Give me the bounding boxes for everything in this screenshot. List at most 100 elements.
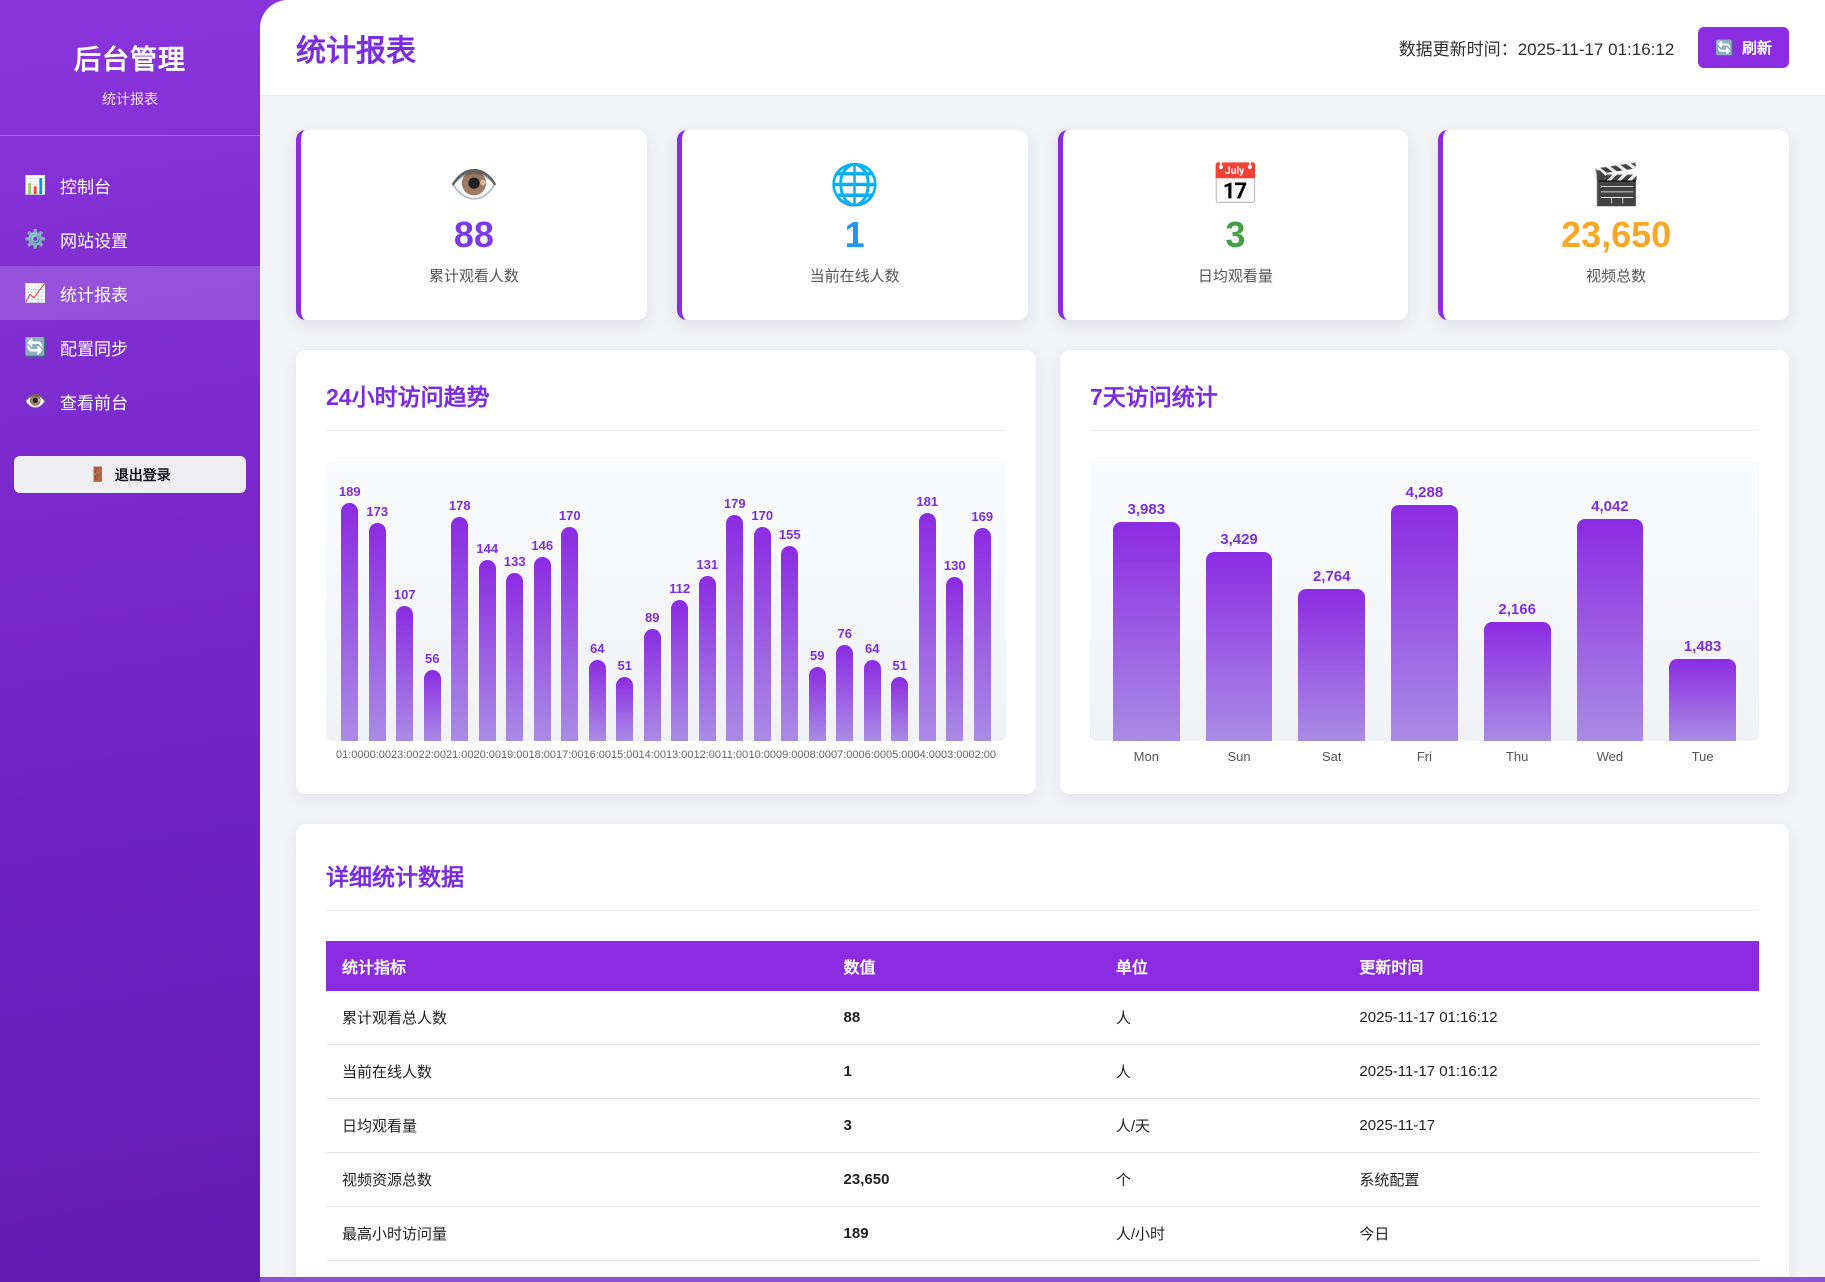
bar-value-label: 173	[366, 504, 388, 519]
x-axis-label-text: 06:00	[858, 749, 886, 761]
bar	[671, 600, 688, 741]
table-row: 视频资源总数23,650个系统配置	[326, 1153, 1759, 1207]
bar-value-label: 189	[339, 484, 361, 499]
x-axis-label-text: 22:00	[418, 749, 446, 761]
table-cell: 日均观看量	[326, 1099, 828, 1153]
table-cell: 88	[828, 991, 1100, 1045]
sidebar-item-view-frontend[interactable]: 👁️查看前台	[0, 374, 260, 428]
bar	[369, 523, 386, 741]
table-header-cell: 数值	[828, 941, 1100, 991]
bar-14:00: 89	[639, 610, 667, 741]
bar	[726, 515, 743, 741]
x-axis-label: 19:00	[501, 749, 529, 761]
bar	[1484, 622, 1551, 741]
stats-table: 统计指标数值单位更新时间 累计观看总人数88人2025-11-17 01:16:…	[326, 941, 1759, 1282]
bar	[589, 660, 606, 741]
bar-value-label: 1,483	[1684, 638, 1722, 655]
x-axis-label-text: 11:00	[721, 749, 748, 761]
x-axis-label-text: 17:00	[556, 749, 584, 761]
table-wrap: 统计指标数值单位更新时间 累计观看总人数88人2025-11-17 01:16:…	[326, 941, 1759, 1282]
bar-23:00: 107	[391, 587, 419, 741]
bar-value-label: 56	[425, 651, 439, 666]
table-row: 最高小时访问量189人/小时今日	[326, 1207, 1759, 1261]
bar	[616, 677, 633, 741]
stat-label: 累计观看人数	[429, 265, 519, 286]
x-axis-label-text: 20:00	[473, 749, 501, 761]
x-axis-label: Thu	[1471, 749, 1564, 764]
bar	[809, 667, 826, 741]
eye-icon: 👁️	[449, 165, 499, 205]
bar-value-label: 112	[669, 581, 690, 596]
sidebar-item-stats-report[interactable]: 📈统计报表	[0, 266, 260, 320]
logout-button[interactable]: 🚪 退出登录	[14, 456, 246, 493]
globe-icon: 🌐	[830, 165, 880, 205]
bar-value-label: 146	[531, 538, 553, 553]
bar	[341, 503, 358, 741]
table-cell: 1	[828, 1045, 1100, 1099]
stat-value: 23,650	[1561, 214, 1671, 256]
main-content: 统计报表 数据更新时间：2025-11-17 01:16:12 🔄 刷新 👁️8…	[260, 0, 1825, 1282]
bar-value-label: 2,764	[1313, 568, 1351, 585]
sidebar-item-config-sync[interactable]: 🔄配置同步	[0, 320, 260, 374]
chart-increasing-icon: 📈	[24, 283, 46, 304]
divider	[326, 430, 1006, 431]
x-axis-label: 07:00	[831, 749, 859, 761]
x-axis-label: 13:00	[666, 749, 694, 761]
table-row: 累计观看总人数88人2025-11-17 01:16:12	[326, 991, 1759, 1045]
x-axis-label: 04:00	[914, 749, 942, 761]
door-icon: 🚪	[89, 466, 106, 483]
sidebar-item-dashboard[interactable]: 📊控制台	[0, 158, 260, 212]
x-axis-label: 08:00	[804, 749, 832, 761]
update-time-value: 2025-11-17 01:16:12	[1518, 40, 1675, 59]
bar-value-label: 59	[810, 648, 824, 663]
x-axis-label-text: 12:00	[693, 749, 721, 761]
x-axis-label: 01:00	[336, 749, 364, 761]
bar	[451, 517, 468, 741]
detail-table-card: 详细统计数据 统计指标数值单位更新时间 累计观看总人数88人2025-11-17…	[296, 824, 1789, 1282]
table-row: 当前在线人数1人2025-11-17 01:16:12	[326, 1045, 1759, 1099]
stat-value: 1	[845, 214, 865, 256]
bar-value-label: 131	[696, 557, 718, 572]
bar-06:00: 64	[859, 641, 887, 741]
table-cell: 3	[828, 1099, 1100, 1153]
bar	[699, 576, 716, 741]
bar-03:00: 130	[941, 558, 969, 741]
bar-08:00: 59	[804, 648, 832, 741]
x-axis-label: 11:00	[721, 749, 749, 761]
bar-Sat: 2,764	[1285, 568, 1378, 741]
brand: 后台管理 统计报表	[0, 0, 260, 136]
stat-card-online-now: 🌐1当前在线人数	[677, 130, 1028, 320]
x-axis-label: 03:00	[941, 749, 969, 761]
bar-11:00: 179	[721, 496, 749, 741]
divider	[326, 910, 1759, 911]
bar	[1206, 552, 1273, 741]
sidebar-item-site-settings[interactable]: ⚙️网站设置	[0, 212, 260, 266]
bar	[946, 577, 963, 741]
bar-value-label: 170	[559, 508, 581, 523]
x-axis-label: Wed	[1564, 749, 1657, 764]
bar	[561, 527, 578, 741]
bar-value-label: 4,288	[1406, 484, 1444, 501]
bar-value-label: 51	[893, 658, 907, 673]
x-axis-label: Sun	[1193, 749, 1286, 764]
bar-value-label: 169	[971, 509, 993, 524]
x-axis-label: Tue	[1656, 749, 1749, 764]
x-axis-label-text: Sat	[1322, 749, 1342, 764]
table-header-row: 统计指标数值单位更新时间	[326, 941, 1759, 991]
x-axis-label: 00:00	[364, 749, 392, 761]
bar-Thu: 2,166	[1471, 601, 1564, 741]
bar-value-label: 89	[645, 610, 659, 625]
chart-title-7d: 7天访问统计	[1090, 378, 1759, 412]
table-row: 日均观看量3人/天2025-11-17	[326, 1099, 1759, 1153]
app-title: 后台管理	[10, 38, 250, 77]
bar	[1298, 589, 1365, 741]
x-axis-label: 17:00	[556, 749, 584, 761]
table-head: 统计指标数值单位更新时间	[326, 941, 1759, 991]
bar	[506, 573, 523, 741]
x-axis-label-text: 15:00	[611, 749, 639, 761]
bar-value-label: 64	[590, 641, 604, 656]
refresh-button[interactable]: 🔄 刷新	[1698, 27, 1789, 68]
table-cell: 23,650	[828, 1153, 1100, 1207]
x-axis-label-text: 09:00	[776, 749, 804, 761]
x-axis-label: 12:00	[694, 749, 722, 761]
